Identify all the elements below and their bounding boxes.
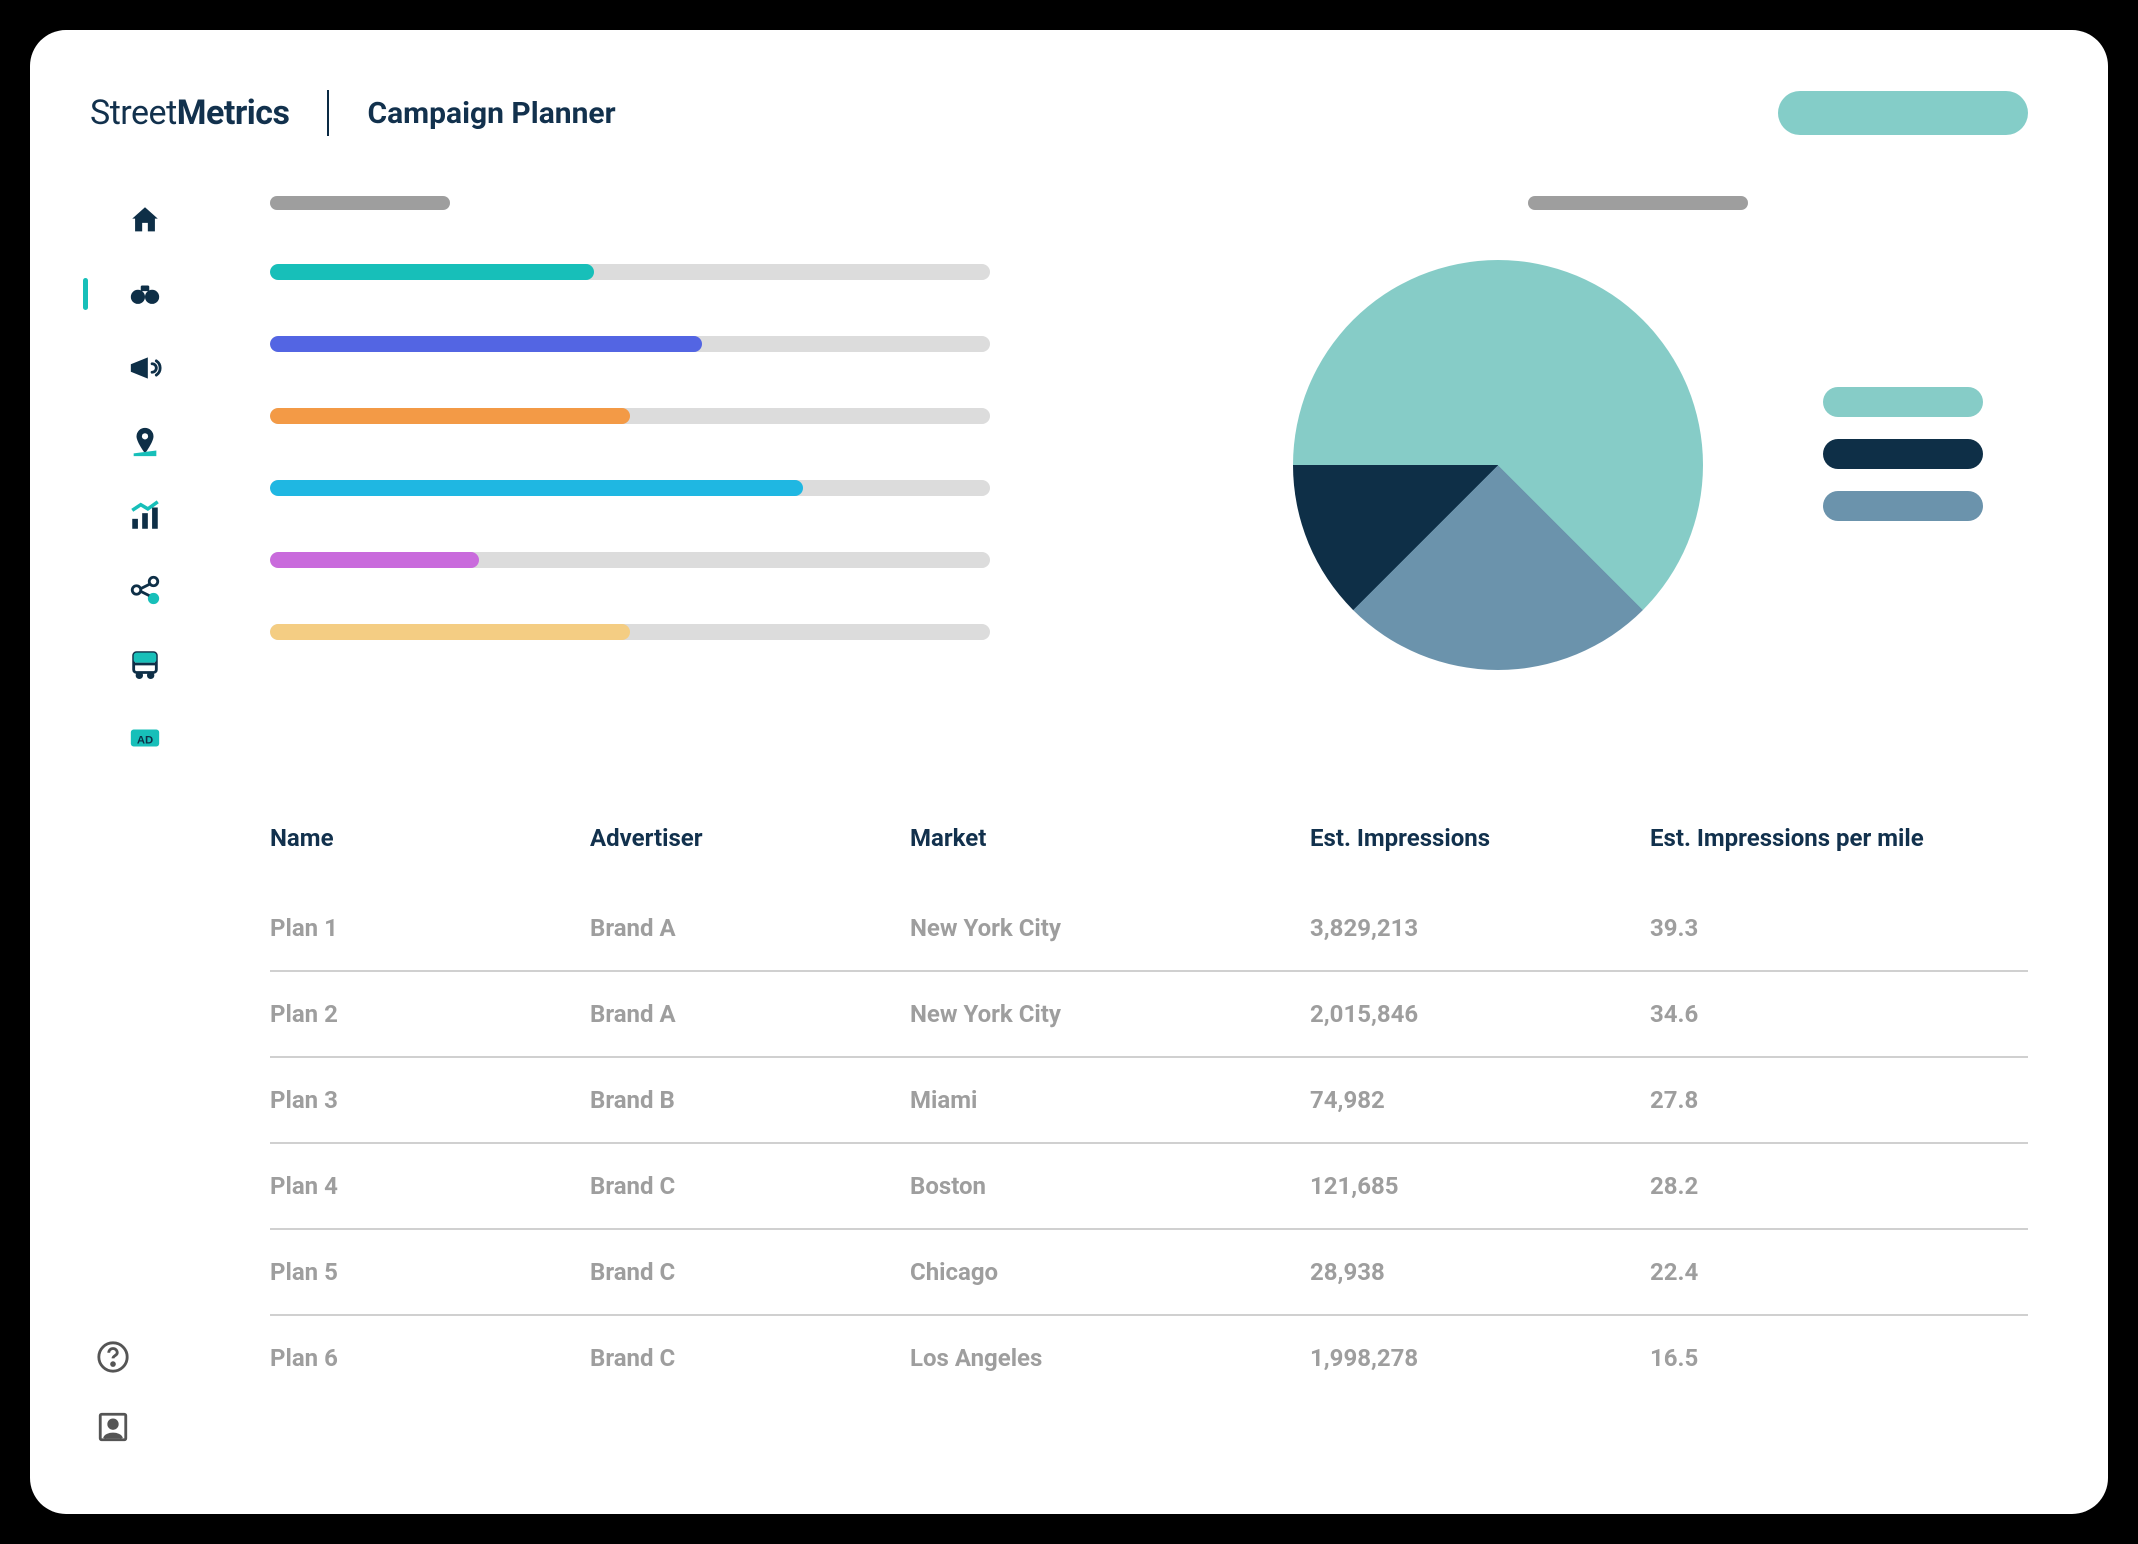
table-row[interactable]: Plan 6Brand CLos Angeles1,998,27816.5 — [270, 1316, 2028, 1400]
megaphone-icon — [128, 351, 162, 385]
cell-market: Los Angeles — [910, 1344, 1310, 1372]
cell-name: Plan 6 — [270, 1344, 590, 1372]
cell-name: Plan 1 — [270, 914, 590, 942]
cell-advertiser: Brand A — [590, 914, 910, 942]
user-icon[interactable] — [96, 1410, 130, 1444]
sidebar-item-campaigns[interactable] — [125, 348, 165, 388]
sidebar-item-locations[interactable] — [125, 422, 165, 462]
bar-fill — [270, 624, 630, 640]
cell-advertiser: Brand C — [590, 1258, 910, 1286]
pie-chart-panel — [1248, 196, 2028, 696]
bar-track — [270, 480, 990, 496]
binoculars-icon — [128, 277, 162, 311]
brand-logo: StreetMetrics — [90, 93, 289, 133]
app-window: StreetMetrics Campaign Planner — [30, 30, 2108, 1514]
table-row[interactable]: Plan 3Brand BMiami74,98227.8 — [270, 1058, 2028, 1144]
col-impressions: Est. Impressions — [1310, 824, 1650, 852]
cell-per_mile: 28.2 — [1650, 1172, 2028, 1200]
bars-chart-title-placeholder — [270, 196, 450, 210]
bars-chart-panel — [270, 196, 1148, 696]
bar-track — [270, 336, 990, 352]
cell-market: Boston — [910, 1172, 1310, 1200]
cell-impressions: 121,685 — [1310, 1172, 1650, 1200]
map-pin-icon — [128, 425, 162, 459]
header-divider — [327, 90, 329, 136]
bar-track — [270, 264, 990, 280]
bar-fill — [270, 552, 479, 568]
cell-market: Miami — [910, 1086, 1310, 1114]
brand-prefix: Street — [90, 93, 177, 133]
ad-icon: AD — [128, 721, 162, 755]
bar-track — [270, 408, 990, 424]
cell-name: Plan 3 — [270, 1086, 590, 1114]
pie-chart-title-placeholder — [1528, 196, 1748, 210]
sidebar-item-analytics[interactable] — [125, 496, 165, 536]
cell-name: Plan 4 — [270, 1172, 590, 1200]
pie-legend — [1823, 387, 1983, 543]
sidebar-item-transit[interactable] — [125, 644, 165, 684]
table-header-row: Name Advertiser Market Est. Impressions … — [270, 796, 2028, 886]
sidebar: AD — [90, 196, 200, 1400]
bar-track — [270, 624, 990, 640]
bar-fill — [270, 336, 702, 352]
header: StreetMetrics Campaign Planner — [90, 90, 2028, 136]
sidebar-item-home[interactable] — [125, 200, 165, 240]
table-row[interactable]: Plan 2Brand ANew York City2,015,84634.6 — [270, 972, 2028, 1058]
share-icon — [128, 573, 162, 607]
cell-market: New York City — [910, 1000, 1310, 1028]
page-title: Campaign Planner — [367, 96, 615, 131]
sidebar-item-planner[interactable] — [125, 274, 165, 314]
cell-impressions: 3,829,213 — [1310, 914, 1650, 942]
sidebar-item-share[interactable] — [125, 570, 165, 610]
svg-text:AD: AD — [137, 735, 153, 747]
table-row[interactable]: Plan 1Brand ANew York City3,829,21339.3 — [270, 886, 2028, 972]
cell-impressions: 2,015,846 — [1310, 1000, 1650, 1028]
cell-per_mile: 22.4 — [1650, 1258, 2028, 1286]
chart-up-icon — [128, 499, 162, 533]
cell-impressions: 74,982 — [1310, 1086, 1650, 1114]
legend-swatch — [1823, 439, 1983, 469]
bar-fill — [270, 480, 803, 496]
bus-icon — [128, 647, 162, 681]
cell-impressions: 1,998,278 — [1310, 1344, 1650, 1372]
plans-table: Name Advertiser Market Est. Impressions … — [270, 796, 2028, 1400]
cell-per_mile: 16.5 — [1650, 1344, 2028, 1372]
col-advertiser: Advertiser — [590, 824, 910, 852]
sidebar-item-ads[interactable]: AD — [125, 718, 165, 758]
cell-per_mile: 39.3 — [1650, 914, 2028, 942]
cell-per_mile: 34.6 — [1650, 1000, 2028, 1028]
home-icon — [128, 203, 162, 237]
bar-fill — [270, 264, 594, 280]
table-row[interactable]: Plan 5Brand CChicago28,93822.4 — [270, 1230, 2028, 1316]
legend-swatch — [1823, 491, 1983, 521]
table-row[interactable]: Plan 4Brand CBoston121,68528.2 — [270, 1144, 2028, 1230]
main-content: Name Advertiser Market Est. Impressions … — [200, 196, 2028, 1400]
cell-advertiser: Brand B — [590, 1086, 910, 1114]
col-market: Market — [910, 824, 1310, 852]
cell-name: Plan 5 — [270, 1258, 590, 1286]
bar-track — [270, 552, 990, 568]
cell-impressions: 28,938 — [1310, 1258, 1650, 1286]
cell-per_mile: 27.8 — [1650, 1086, 2028, 1114]
cell-advertiser: Brand C — [590, 1344, 910, 1372]
brand-bold: Metrics — [177, 93, 290, 133]
header-action-button[interactable] — [1778, 91, 2028, 135]
cell-advertiser: Brand A — [590, 1000, 910, 1028]
help-icon[interactable] — [96, 1340, 130, 1374]
col-per-mile: Est. Impressions per mile — [1650, 824, 2028, 852]
bottom-utility-icons — [96, 1340, 130, 1444]
cell-market: Chicago — [910, 1258, 1310, 1286]
pie-chart — [1293, 260, 1703, 670]
legend-swatch — [1823, 387, 1983, 417]
col-name: Name — [270, 824, 590, 852]
cell-name: Plan 2 — [270, 1000, 590, 1028]
bar-fill — [270, 408, 630, 424]
cell-advertiser: Brand C — [590, 1172, 910, 1200]
cell-market: New York City — [910, 914, 1310, 942]
